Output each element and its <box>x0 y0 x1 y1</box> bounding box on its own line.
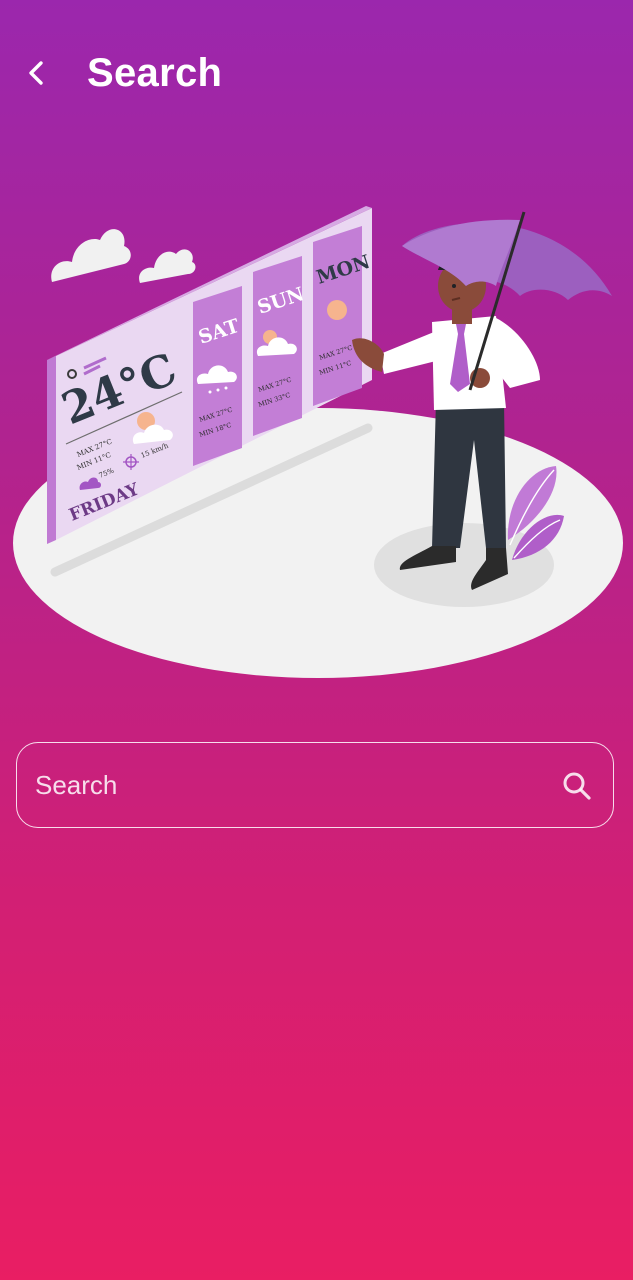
back-button[interactable] <box>14 50 60 96</box>
cloud-icon <box>51 229 131 282</box>
forecast-card-sat: SAT MAX 27°C MIN 18°C <box>193 286 242 466</box>
chevron-left-icon <box>29 61 43 85</box>
search-input[interactable] <box>35 743 555 827</box>
search-icon[interactable] <box>561 770 593 802</box>
weather-illustration: 24°C MAX 27°C MIN 11°C 75% 15 km/h FRIDA… <box>13 206 623 678</box>
cloud-icon <box>139 249 196 283</box>
app-bar: Search <box>0 40 633 108</box>
forecast-card-sun: SUN MAX 27°C MIN 33°C <box>253 256 307 436</box>
search-box[interactable] <box>16 742 614 828</box>
sun-icon <box>327 300 347 320</box>
search-screen: Search 24°C MAX 27°C MIN 11°C 75% 15 km/… <box>0 0 633 1280</box>
page-title: Search <box>87 51 223 95</box>
